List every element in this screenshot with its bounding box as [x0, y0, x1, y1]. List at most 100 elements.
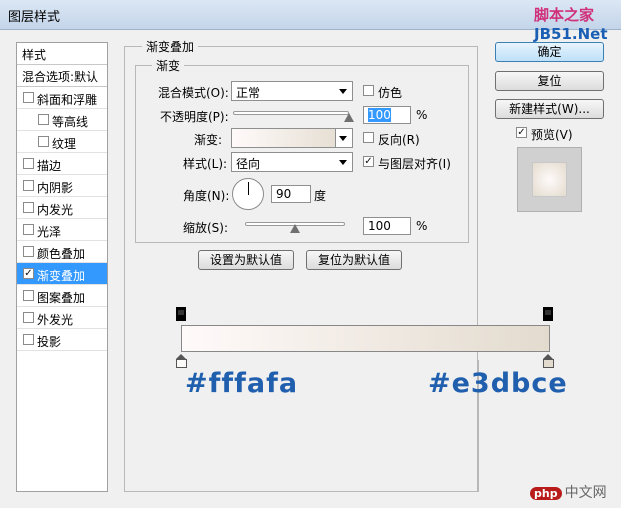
style-item[interactable]: 内发光 [17, 197, 107, 219]
gradient-bar[interactable] [181, 325, 550, 352]
scale-percent: % [416, 219, 428, 233]
style-item-checkbox[interactable] [23, 202, 34, 213]
scale-input[interactable]: 100 [363, 217, 411, 235]
reset-default-button[interactable]: 复位为默认值 [306, 250, 402, 270]
style-item-label: 颜色叠加 [37, 247, 86, 261]
style-item-label: 内阴影 [37, 181, 74, 195]
style-item[interactable]: 外发光 [17, 307, 107, 329]
style-item-checkbox[interactable] [38, 114, 49, 125]
style-item[interactable]: 投影 [17, 329, 107, 351]
gradient-label: 渐变: [194, 133, 223, 147]
opacity-percent: % [416, 108, 428, 122]
reset-button[interactable]: 复位 [495, 71, 604, 91]
style-label: 样式(L): [183, 157, 228, 171]
opacity-input[interactable]: 100 [363, 106, 411, 124]
watermark-top-url: JB51.Net [534, 25, 608, 43]
blend-mode-value: 正常 [236, 86, 261, 100]
style-item-label: 等高线 [52, 115, 89, 129]
style-item-label: 斜面和浮雕 [37, 93, 98, 107]
watermark-bottom-text: 中文网 [564, 485, 607, 501]
style-item-label: 渐变叠加 [37, 269, 86, 283]
preview-swatch [532, 162, 567, 197]
style-item-checkbox[interactable] [23, 180, 34, 191]
preview-label: 预览(V) [531, 128, 573, 142]
opacity-slider-track[interactable] [233, 111, 349, 115]
opacity-label: 不透明度(P): [160, 110, 229, 124]
blend-mode-select[interactable]: 正常 [231, 81, 353, 101]
watermark-badge: php [530, 487, 562, 500]
style-item-checkbox[interactable] [23, 246, 34, 257]
style-item-checkbox[interactable]: ✓ [23, 268, 34, 279]
start-color-label: #fffafa [185, 368, 299, 399]
style-item[interactable]: 等高线 [17, 109, 107, 131]
gradient-picker[interactable] [231, 128, 353, 148]
opacity-stop-right[interactable] [543, 307, 553, 321]
angle-value: 90 [276, 187, 292, 201]
style-item-checkbox[interactable] [23, 224, 34, 235]
style-item[interactable]: 光泽 [17, 219, 107, 241]
style-item-label: 图案叠加 [37, 291, 86, 305]
style-item-label: 内发光 [37, 203, 74, 217]
style-item-label: 光泽 [37, 225, 62, 239]
style-item-checkbox[interactable] [23, 158, 34, 169]
style-item-label: 投影 [37, 335, 62, 349]
set-default-button[interactable]: 设置为默认值 [198, 250, 294, 270]
style-item-checkbox[interactable] [23, 290, 34, 301]
style-item-label: 外发光 [37, 313, 74, 327]
color-stop-left-swatch [176, 359, 187, 368]
style-select[interactable]: 径向 [231, 152, 353, 172]
scale-value: 100 [368, 219, 391, 233]
style-item-checkbox[interactable] [23, 312, 34, 323]
watermark-bottom: php 中文网 [530, 482, 607, 502]
style-item[interactable]: ✓ 渐变叠加 [17, 263, 107, 285]
opacity-value: 100 [368, 108, 391, 122]
reverse-label: 反向(R) [378, 133, 420, 147]
dither-label: 仿色 [378, 86, 403, 100]
dither-checkbox[interactable] [363, 85, 374, 96]
style-item-label: 纹理 [52, 137, 77, 151]
angle-needle [248, 182, 249, 195]
angle-unit: 度 [314, 189, 327, 203]
style-item-checkbox[interactable] [38, 136, 49, 147]
style-item[interactable]: 纹理 [17, 131, 107, 153]
styles-list: 样式 混合选项:默认 斜面和浮雕 等高线 纹理 描边 内阴影 内发光 光泽 颜色叠加 ✓ 渐变叠加… [16, 42, 108, 492]
style-item-checkbox[interactable] [23, 92, 34, 103]
scale-label: 缩放(S): [183, 221, 229, 235]
scale-slider-thumb[interactable] [290, 224, 300, 233]
style-item[interactable]: 斜面和浮雕 [17, 87, 107, 109]
color-stop-left[interactable] [176, 354, 187, 368]
preview-checkbox[interactable]: ✓ [516, 127, 527, 138]
group-title: 渐变叠加 [142, 38, 199, 55]
align-with-layer-checkbox[interactable]: ✓ [363, 156, 374, 167]
color-stop-right-swatch [543, 359, 554, 368]
style-item[interactable]: 描边 [17, 153, 107, 175]
window-title: 图层样式 [8, 10, 61, 25]
blend-options-default[interactable]: 混合选项:默认 [17, 65, 107, 87]
ok-button[interactable]: 确定 [495, 42, 604, 62]
angle-dial[interactable] [232, 178, 264, 210]
color-stop-right[interactable] [543, 354, 554, 368]
style-item-label: 描边 [37, 159, 62, 173]
chevron-down-icon [339, 136, 347, 141]
style-item[interactable]: 图案叠加 [17, 285, 107, 307]
reverse-checkbox[interactable] [363, 132, 374, 143]
subgroup-title: 渐变 [152, 57, 185, 74]
angle-label: 角度(N): [183, 189, 230, 203]
opacity-stop-left[interactable] [176, 307, 186, 321]
blend-mode-label: 混合模式(O): [158, 86, 229, 100]
style-value: 径向 [236, 157, 261, 171]
chevron-down-icon [339, 160, 347, 165]
chevron-down-icon [339, 89, 347, 94]
style-item[interactable]: 颜色叠加 [17, 241, 107, 263]
new-style-button[interactable]: 新建样式(W)... [495, 99, 604, 119]
style-item[interactable]: 内阴影 [17, 175, 107, 197]
style-preview [517, 147, 582, 212]
opacity-slider-thumb[interactable] [344, 113, 354, 122]
end-color-label: #e3dbce [428, 368, 568, 399]
align-with-layer-label: 与图层对齐(I) [378, 157, 451, 171]
styles-header[interactable]: 样式 [17, 43, 107, 65]
title-bar [0, 0, 621, 30]
angle-input[interactable]: 90 [271, 185, 311, 203]
watermark-top: 脚本之家 [534, 6, 595, 24]
style-item-checkbox[interactable] [23, 334, 34, 345]
